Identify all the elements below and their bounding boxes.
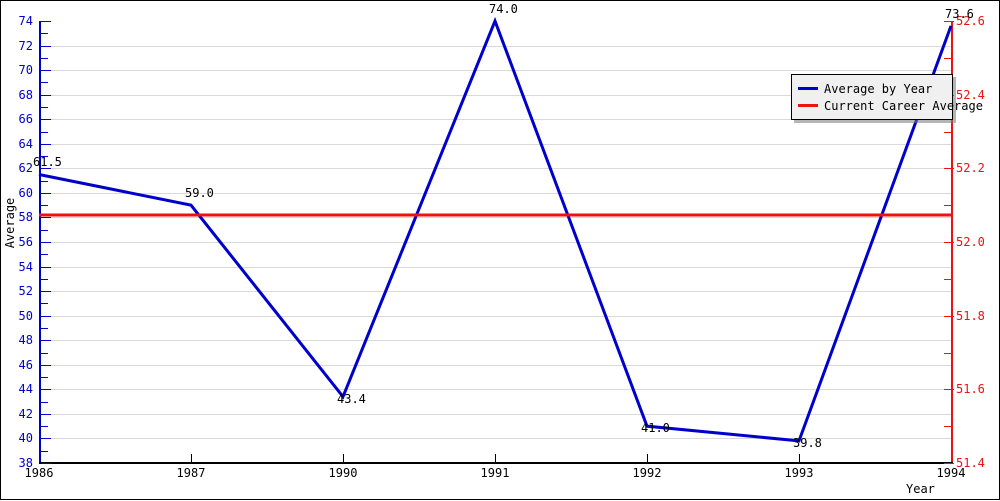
legend-item-current-career-average[interactable]: Current Career Average bbox=[798, 97, 983, 114]
legend-label: Current Career Average bbox=[824, 98, 983, 113]
data-point-label: 61.5 bbox=[33, 155, 62, 170]
line-chart: 38 40 42 44 46 48 50 52 54 56 58 60 62 64 66 68 70 72 74 5… bbox=[0, 0, 1000, 500]
data-point-label: 59.0 bbox=[185, 186, 214, 201]
legend-item-average-by-year[interactable]: Average by Year bbox=[798, 80, 946, 97]
chart-legend[interactable]: Average by Year Current Career Average bbox=[791, 74, 983, 120]
data-point-label: 39.8 bbox=[793, 435, 822, 450]
legend-label: Average by Year bbox=[824, 81, 933, 96]
legend-swatch-blue-icon bbox=[798, 87, 818, 90]
data-point-label: 43.4 bbox=[337, 391, 366, 406]
data-point-label: 73.6 bbox=[945, 6, 974, 21]
legend-swatch-red-icon bbox=[798, 104, 818, 107]
data-point-label: 74.0 bbox=[489, 2, 518, 16]
data-point-label: 41.0 bbox=[641, 421, 670, 436]
